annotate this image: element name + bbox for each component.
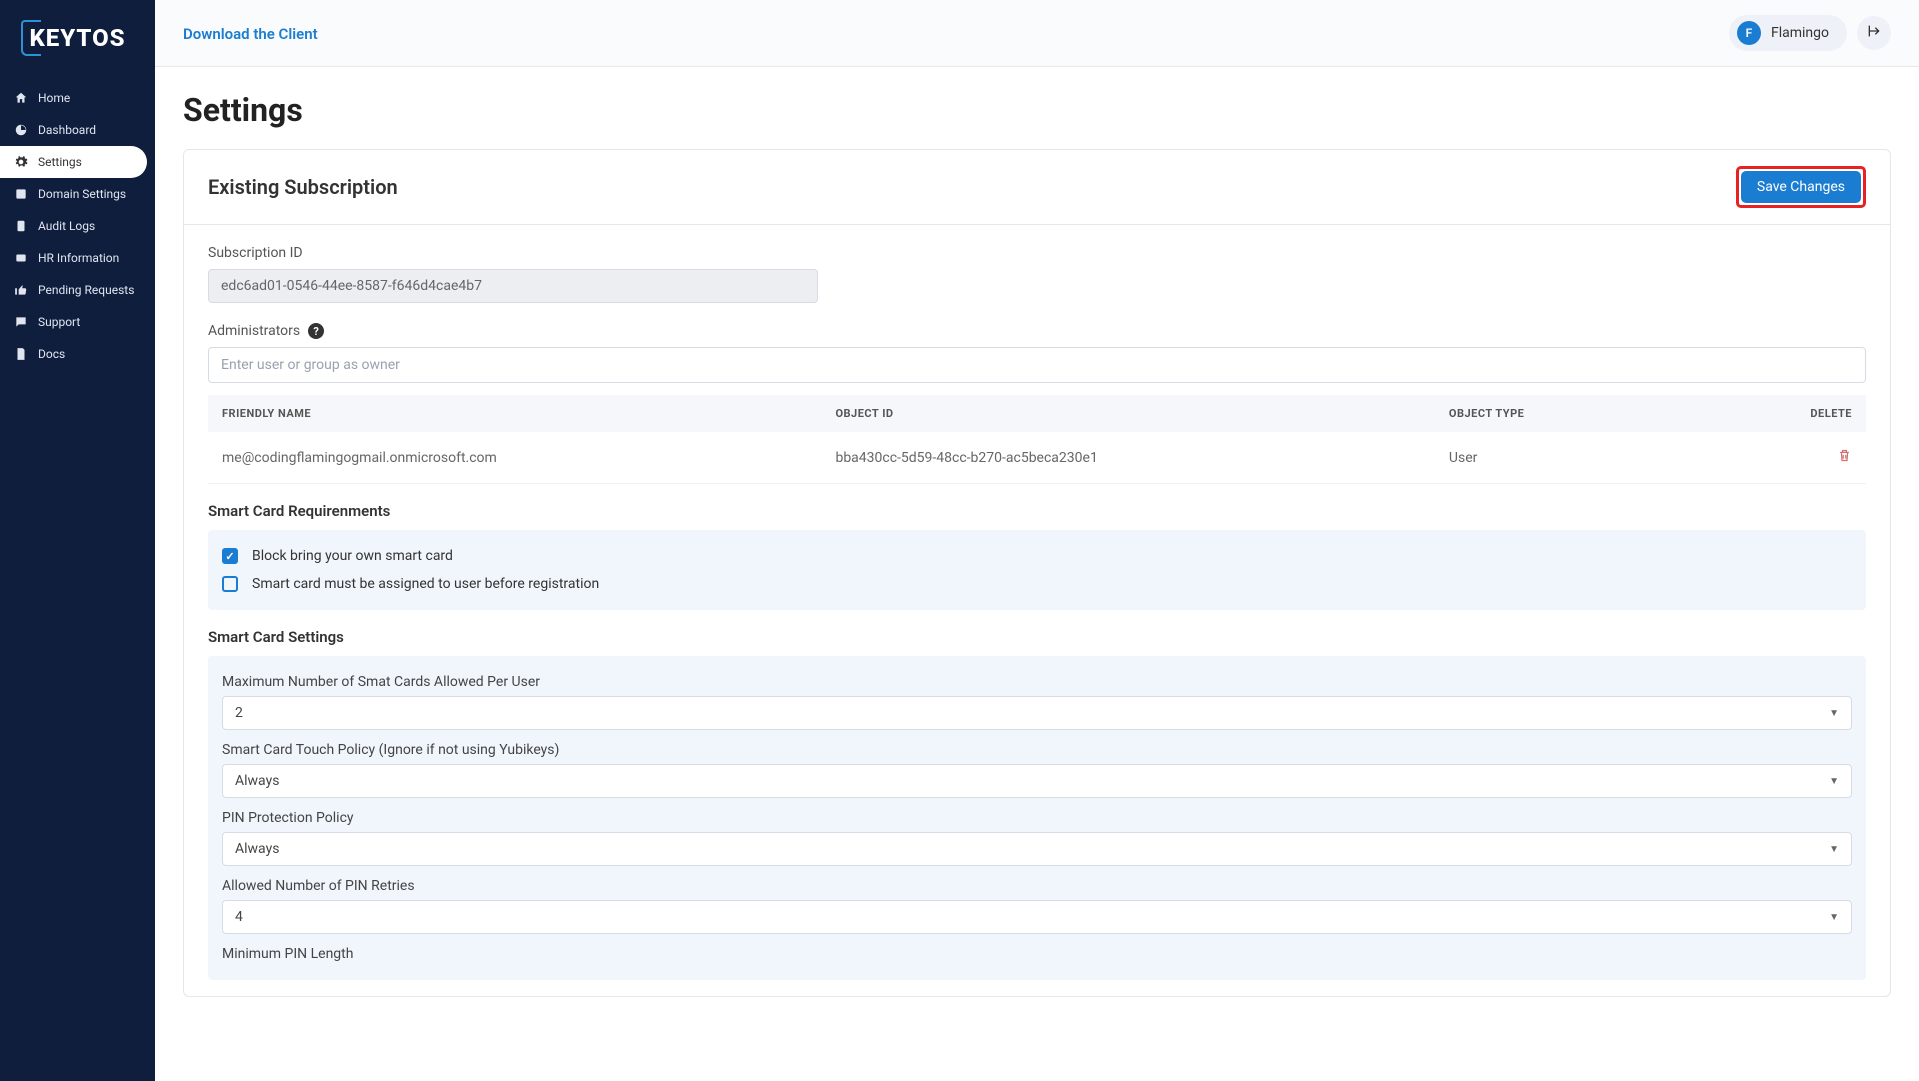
chevron-down-icon: ▼ — [1829, 708, 1839, 719]
card-header: Existing Subscription Save Changes — [184, 150, 1890, 225]
administrators-input[interactable] — [208, 347, 1866, 383]
logo: KEYTOS — [0, 14, 155, 82]
user-chip[interactable]: F Flamingo — [1729, 15, 1847, 51]
check-row-block-byo: Block bring your own smart card — [222, 542, 1852, 570]
user-name: Flamingo — [1771, 25, 1829, 41]
subscription-id-label: Subscription ID — [208, 245, 1866, 261]
select-value: Always — [235, 841, 279, 857]
page-title: Settings — [183, 91, 1891, 129]
doc-icon — [14, 347, 28, 361]
setting-pin-protection-label: PIN Protection Policy — [222, 810, 1852, 826]
sidebar-item-label: HR Information — [38, 251, 119, 265]
select-value: 2 — [235, 705, 243, 721]
chevron-down-icon: ▼ — [1829, 844, 1839, 855]
table-row: me@codingflamingogmail.onmicrosoft.com b… — [208, 432, 1866, 484]
sidebar-item-dashboard[interactable]: Dashboard — [0, 114, 155, 146]
cell-delete — [1733, 432, 1866, 484]
chevron-down-icon: ▼ — [1829, 776, 1839, 787]
setting-min-pin-length-label: Minimum PIN Length — [222, 946, 1852, 962]
administrators-table: FRIENDLY NAME OBJECT ID OBJECT TYPE DELE… — [208, 395, 1866, 484]
table-header-row: FRIENDLY NAME OBJECT ID OBJECT TYPE DELE… — [208, 395, 1866, 432]
nav-list: Home Dashboard Settings Domain Settings … — [0, 82, 155, 370]
checkbox-label: Block bring your own smart card — [252, 548, 453, 564]
save-highlight: Save Changes — [1736, 166, 1866, 208]
id-icon — [14, 251, 28, 265]
select-touch-policy[interactable]: Always ▼ — [222, 764, 1852, 798]
select-value: 4 — [235, 909, 243, 925]
cell-object-id: bba430cc-5d59-48cc-b270-ac5beca230e1 — [821, 432, 1434, 484]
trash-icon[interactable] — [1837, 451, 1852, 467]
col-delete: DELETE — [1733, 395, 1866, 432]
sidebar-item-hr-information[interactable]: HR Information — [0, 242, 155, 274]
smartcard-settings-title: Smart Card Settings — [208, 628, 1866, 646]
select-max-cards[interactable]: 2▼ — [222, 696, 1852, 730]
sidebar-item-home[interactable]: Home — [0, 82, 155, 114]
select-value: Always — [235, 773, 279, 789]
sidebar-item-label: Audit Logs — [38, 219, 95, 233]
sidebar-item-support[interactable]: Support — [0, 306, 155, 338]
logout-icon — [1866, 23, 1882, 43]
sidebar-item-settings[interactable]: Settings — [0, 146, 147, 178]
select-pin-retries[interactable]: 4▼ — [222, 900, 1852, 934]
topbar-left: Download the Client — [183, 24, 318, 43]
save-changes-button[interactable]: Save Changes — [1741, 171, 1861, 203]
col-object-type: OBJECT TYPE — [1435, 395, 1733, 432]
sidebar: KEYTOS Home Dashboard Settings Domain Se… — [0, 0, 155, 1081]
setting-pin-retries-label: Allowed Number of PIN Retries — [222, 878, 1852, 894]
select-pin-protection[interactable]: Always ▼ — [222, 832, 1852, 866]
checkbox-assign-before[interactable] — [222, 576, 238, 592]
sidebar-item-label: Settings — [38, 155, 82, 169]
content: Settings Existing Subscription Save Chan… — [155, 67, 1919, 1081]
download-client-link[interactable]: Download the Client — [183, 25, 318, 43]
subscription-id-input — [208, 269, 818, 303]
subscription-card: Existing Subscription Save Changes Subsc… — [183, 149, 1891, 997]
sidebar-item-label: Pending Requests — [38, 283, 134, 297]
cell-object-type: User — [1435, 432, 1733, 484]
sidebar-item-domain-settings[interactable]: Domain Settings — [0, 178, 155, 210]
avatar: F — [1737, 21, 1761, 45]
checkbox-label: Smart card must be assigned to user befo… — [252, 576, 599, 592]
dashboard-icon — [14, 123, 28, 137]
clipboard-icon — [14, 219, 28, 233]
card-body: Subscription ID Administrators ? FRIENDL… — [184, 225, 1890, 996]
col-object-id: OBJECT ID — [821, 395, 1434, 432]
sidebar-item-label: Domain Settings — [38, 187, 126, 201]
sidebar-item-label: Dashboard — [38, 123, 96, 137]
domain-icon — [14, 187, 28, 201]
administrators-label: Administrators — [208, 323, 300, 339]
chat-icon — [14, 315, 28, 329]
logo-text: KEYTOS — [29, 24, 125, 52]
sidebar-item-docs[interactable]: Docs — [0, 338, 155, 370]
smartcard-settings-panel: Maximum Number of Smat Cards Allowed Per… — [208, 656, 1866, 980]
topbar: Download the Client F Flamingo — [155, 0, 1919, 67]
thumb-icon — [14, 283, 28, 297]
smartcard-requirements-title: Smart Card Requirenments — [208, 502, 1866, 520]
sidebar-item-label: Support — [38, 315, 80, 329]
sidebar-item-pending-requests[interactable]: Pending Requests — [0, 274, 155, 306]
administrators-label-row: Administrators ? — [208, 323, 1866, 339]
checkbox-block-byo[interactable] — [222, 548, 238, 564]
cell-friendly-name: me@codingflamingogmail.onmicrosoft.com — [208, 432, 821, 484]
col-friendly-name: FRIENDLY NAME — [208, 395, 821, 432]
sidebar-item-audit-logs[interactable]: Audit Logs — [0, 210, 155, 242]
card-title: Existing Subscription — [208, 175, 398, 199]
logout-button[interactable] — [1857, 16, 1891, 50]
gear-icon — [14, 155, 28, 169]
help-icon[interactable]: ? — [308, 323, 324, 339]
topbar-right: F Flamingo — [1729, 15, 1891, 51]
sidebar-item-label: Docs — [38, 347, 65, 361]
sidebar-item-label: Home — [38, 91, 70, 105]
setting-touch-policy-label: Smart Card Touch Policy (Ignore if not u… — [222, 742, 1852, 758]
smartcard-requirements-panel: Block bring your own smart card Smart ca… — [208, 530, 1866, 610]
main: Download the Client F Flamingo Settings … — [155, 0, 1919, 1081]
setting-max-cards-label: Maximum Number of Smat Cards Allowed Per… — [222, 674, 1852, 690]
home-icon — [14, 91, 28, 105]
chevron-down-icon: ▼ — [1829, 912, 1839, 923]
check-row-assign-before: Smart card must be assigned to user befo… — [222, 570, 1852, 598]
